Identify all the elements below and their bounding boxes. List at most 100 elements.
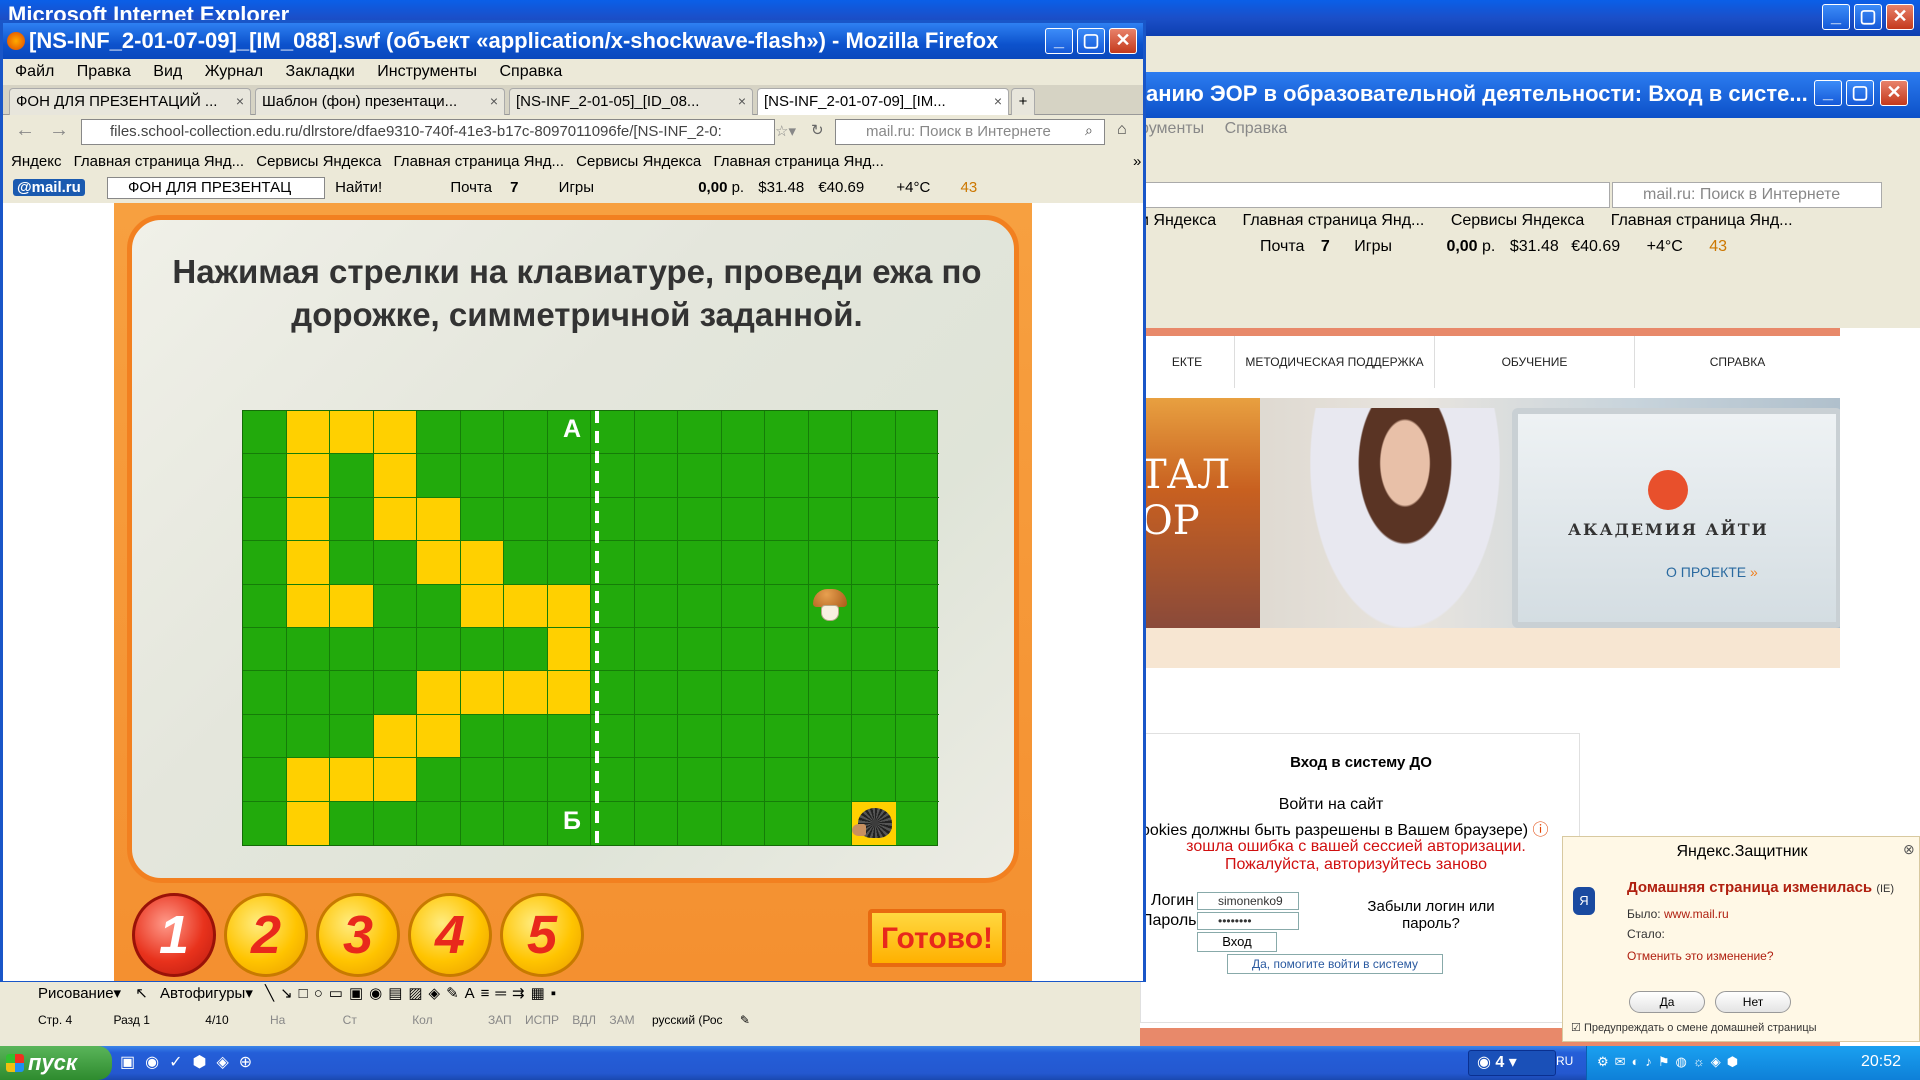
flash-stage[interactable]: Нажимая стрелки на клавиатуре, проведи е…: [114, 203, 1032, 981]
reload-icon[interactable]: ↻: [811, 121, 824, 139]
close-icon[interactable]: ✕: [1109, 28, 1137, 54]
menu-file[interactable]: Файл: [15, 63, 54, 80]
menu-help[interactable]: Справка: [499, 63, 562, 80]
bookmark[interactable]: Сервисы Яндекса: [256, 153, 381, 170]
close-tab-icon[interactable]: ×: [490, 89, 498, 114]
url-input[interactable]: files.school-collection.edu.ru/dlrstore/…: [81, 119, 775, 145]
dropdown-icon[interactable]: ▾: [114, 985, 122, 1002]
tray-icons[interactable]: ⚙✉◐♪⚑◍☼◈⬢: [1597, 1054, 1744, 1070]
maximize-icon[interactable]: ▢: [1854, 4, 1882, 30]
level-button-2[interactable]: 2: [224, 893, 308, 977]
autoshapes-menu[interactable]: Автофигуры: [160, 985, 245, 1002]
drawing-menu[interactable]: Рисование: [38, 985, 114, 1002]
bookmark[interactable]: Главная страница Янд...: [1611, 212, 1793, 229]
login-button[interactable]: Вход: [1197, 932, 1277, 952]
no-button[interactable]: Нет: [1715, 991, 1791, 1013]
chevron-right-icon[interactable]: »: [1133, 149, 1141, 175]
mail-link[interactable]: Почта: [450, 179, 492, 196]
drawing-tools-icons[interactable]: ╲↘□○▭▣◉▤▨◈✎A≡═⇉▦▪: [265, 985, 562, 1002]
about-link-label[interactable]: О ПРОЕКТЕ: [1666, 564, 1746, 580]
forward-icon[interactable]: →: [49, 119, 69, 142]
cursor-icon[interactable]: ↖: [135, 985, 148, 1002]
tab[interactable]: Шаблон (фон) презентаци... ×: [255, 88, 505, 115]
menu-bookmarks[interactable]: Закладки: [286, 63, 355, 80]
background-mail-toolbar: Почта 7 Игры 0,00 р. $31.48 €40.69 +4°C …: [1260, 238, 1727, 256]
yes-button[interactable]: Да: [1629, 991, 1705, 1013]
taskbar: пуск ▣◉✓⬢◈⊕ ◉ 4 ▾ RU ⚙✉◐♪⚑◍☼◈⬢ 20:52: [0, 1046, 1920, 1080]
games-link[interactable]: Игры: [1354, 238, 1392, 255]
background-search-input[interactable]: mail.ru: Поиск в Интернете: [1612, 182, 1882, 208]
mail-search-input[interactable]: ФОН ДЛЯ ПРЕЗЕНТАЦ: [106, 177, 325, 200]
search-input[interactable]: mail.ru: Поиск в Интернете: [835, 119, 1105, 145]
bookmark[interactable]: Главная страница Янд...: [74, 153, 244, 170]
help-login-button[interactable]: Да, помогите войти в систему: [1227, 954, 1443, 974]
tab-active[interactable]: [NS-INF_2-01-07-09]_[IM... ×: [757, 88, 1009, 115]
back-icon[interactable]: ←: [15, 119, 35, 142]
close-tab-icon[interactable]: ×: [738, 89, 746, 114]
bookmark[interactable]: Главная страница Янд...: [394, 153, 564, 170]
temperature: +4°C: [1646, 238, 1683, 255]
maximize-icon[interactable]: ▢: [1077, 28, 1105, 54]
mail-link[interactable]: Почта: [1260, 238, 1304, 255]
menu-tools[interactable]: Инструменты: [377, 63, 477, 80]
level-button-1[interactable]: 1: [132, 893, 216, 977]
nav-item[interactable]: ЕКТЕ: [1140, 336, 1235, 388]
language-indicator[interactable]: RU: [1556, 1054, 1573, 1068]
search-icon[interactable]: ⌕: [1085, 122, 1093, 139]
bookmark[interactable]: Яндекс: [11, 153, 61, 170]
page-content: Нажимая стрелки на клавиатуре, проведи е…: [3, 203, 1143, 981]
bookmark[interactable]: Главная страница Янд...: [1243, 212, 1425, 229]
minimize-icon[interactable]: _: [1814, 80, 1842, 106]
nav-item[interactable]: МЕТОДИЧЕСКАЯ ПОДДЕРЖКА: [1235, 336, 1435, 388]
password-input[interactable]: ••••••••: [1197, 912, 1299, 930]
taskbar-group-firefox[interactable]: ◉ 4 ▾: [1468, 1050, 1556, 1076]
close-icon[interactable]: ✕: [1880, 80, 1908, 106]
dropdown-icon[interactable]: ▾: [245, 985, 253, 1002]
tab[interactable]: [NS-INF_2-01-05]_[ID_08... ×: [509, 88, 753, 115]
close-icon[interactable]: ✕: [1886, 4, 1914, 30]
quick-launch-icons[interactable]: ▣◉✓⬢◈⊕: [120, 1052, 262, 1072]
home-icon[interactable]: ⌂: [1117, 121, 1127, 139]
windows-logo-icon: [6, 1054, 24, 1072]
forgot-password-link[interactable]: Забыли логин или пароль?: [1351, 898, 1511, 932]
checkbox-icon[interactable]: ☑: [1571, 1022, 1581, 1034]
level-button-5[interactable]: 5: [500, 893, 584, 977]
menu-view[interactable]: Вид: [153, 63, 182, 80]
maximize-icon[interactable]: ▢: [1846, 80, 1874, 106]
close-tab-icon[interactable]: ×: [994, 89, 1002, 114]
login-input[interactable]: simonenko9: [1197, 892, 1299, 910]
minimize-icon[interactable]: _: [1045, 28, 1073, 54]
bookmark[interactable]: Главная страница Янд...: [713, 153, 883, 170]
bookmark-star-icon[interactable]: ☆▾: [775, 122, 796, 140]
tab[interactable]: ФОН ДЛЯ ПРЕЗЕНТАЦИЙ ... ×: [9, 88, 251, 115]
close-tab-icon[interactable]: ×: [236, 89, 244, 114]
word-status-bar: Стр. 4 Разд 1 4/10 На Ст Кол ЗАП ИСПР ВД…: [24, 1008, 1124, 1032]
bookmark[interactable]: и Яндекса: [1140, 212, 1216, 229]
warn-checkbox[interactable]: ☑ Предупреждать о смене домашней страниц…: [1571, 1021, 1817, 1034]
badge: 43: [1709, 238, 1728, 255]
background-url-bar[interactable]: [1140, 182, 1610, 208]
close-icon[interactable]: ⊗: [1903, 841, 1915, 858]
minimize-icon[interactable]: _: [1822, 4, 1850, 30]
start-button[interactable]: пуск: [0, 1046, 112, 1080]
nav-item[interactable]: ОБУЧЕНИЕ: [1435, 336, 1635, 388]
games-link[interactable]: Игры: [559, 179, 594, 196]
menu-edit[interactable]: Правка: [77, 63, 131, 80]
find-button[interactable]: Найти!: [335, 179, 382, 196]
menu-item[interactable]: Справка: [1225, 120, 1288, 137]
done-button[interactable]: Готово!: [868, 909, 1006, 967]
bookmark[interactable]: Сервисы Яндекса: [1451, 212, 1584, 229]
eur-rate: €40.69: [818, 179, 865, 196]
menu-item[interactable]: рументы: [1140, 120, 1204, 137]
game-grid[interactable]: А Б: [242, 410, 939, 846]
level-button-4[interactable]: 4: [408, 893, 492, 977]
new-tab-button[interactable]: +: [1011, 88, 1035, 115]
about-link[interactable]: О ПРОЕКТЕ »: [1666, 564, 1758, 580]
level-button-3[interactable]: 3: [316, 893, 400, 977]
menu-history[interactable]: Журнал: [205, 63, 263, 80]
bookmark[interactable]: Сервисы Яндекса: [576, 153, 701, 170]
nav-item[interactable]: СПРАВКА: [1635, 336, 1840, 388]
mailru-logo[interactable]: @mail.ru: [13, 179, 85, 196]
hedgehog-icon[interactable]: [852, 801, 896, 845]
tab-label: [NS-INF_2-01-07-09]_[IM...: [764, 93, 946, 110]
